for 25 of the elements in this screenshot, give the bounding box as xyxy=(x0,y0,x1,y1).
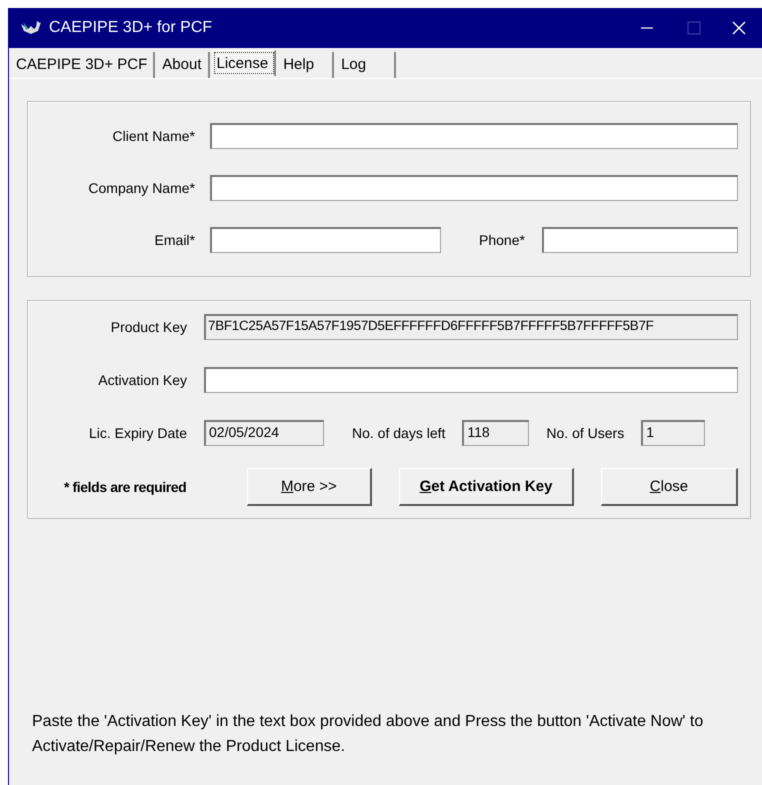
dialog-button[interactable]: Close xyxy=(600,468,738,506)
field-label: Product Key xyxy=(110,319,187,335)
field-label: No. of Users xyxy=(546,425,624,441)
tab[interactable]: License xyxy=(212,50,276,76)
users-field[interactable]: 1 xyxy=(641,420,706,446)
client-name-field[interactable] xyxy=(210,123,738,149)
field-label: Email* xyxy=(154,232,195,248)
activation-key-field[interactable] xyxy=(204,367,738,393)
field-label: No. of days left xyxy=(352,425,446,441)
phone-field[interactable] xyxy=(542,227,738,253)
field-label: Client Name* xyxy=(112,128,195,144)
field-label: Company Name* xyxy=(87,180,195,196)
product-key-field[interactable]: 7BF1C25A57F15A57F1957D5EFFFFFFD6FFFFF5B7FFFFF5B7FFFFF5B7F xyxy=(204,314,738,340)
dialog-button[interactable]: More >> xyxy=(246,468,372,506)
required-note: * fields are required xyxy=(64,479,188,495)
company-name-field[interactable] xyxy=(210,175,738,201)
days-left-field[interactable]: 118 xyxy=(462,420,530,446)
dialog-button[interactable]: Get Activation Key xyxy=(399,468,574,506)
field-label: Lic. Expiry Date xyxy=(88,425,187,441)
instructions-text: Paste the 'Activation Key' in the text box provided above and Press the button 'Activate Now' to Activate/Repair/Renew the Product License. xyxy=(32,712,704,757)
field-label: Activation Key xyxy=(97,372,187,388)
expiry-date-field[interactable]: 02/05/2024 xyxy=(204,420,324,446)
email-field[interactable] xyxy=(210,227,441,253)
field-label: Phone* xyxy=(479,232,525,248)
window-title: CAEPIPE 3D+ for PCF xyxy=(49,19,212,37)
